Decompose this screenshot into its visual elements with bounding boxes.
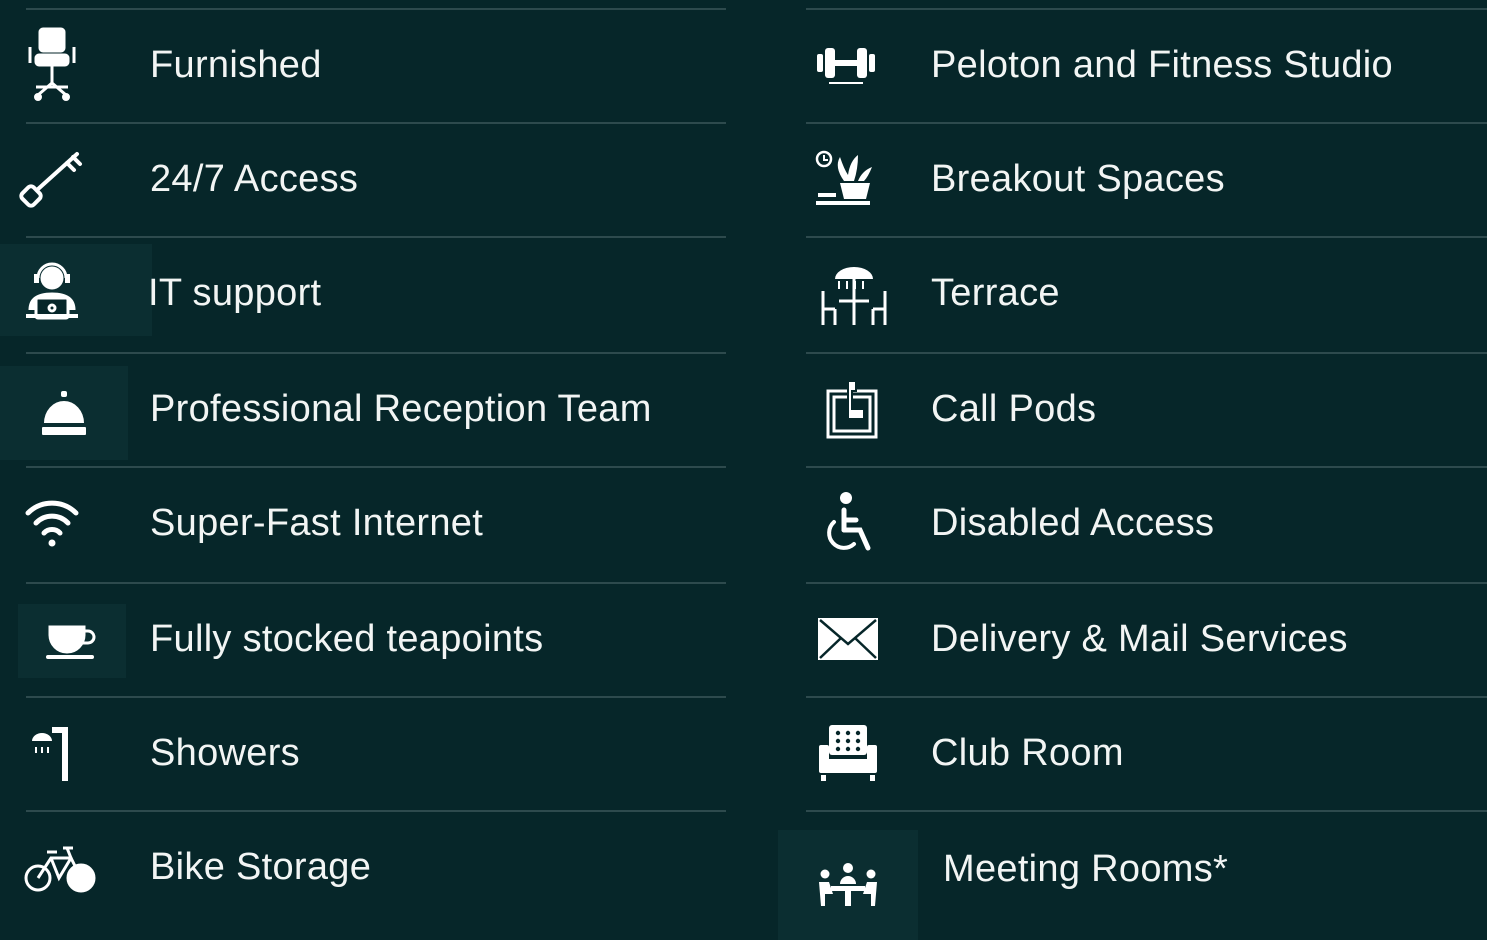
wheelchair-icon	[808, 466, 888, 580]
phone-booth-icon	[812, 352, 892, 466]
amenity-item-it-support: IT support	[0, 236, 760, 350]
amenity-label: Peloton and Fitness Studio	[931, 43, 1393, 86]
amenity-item-furnished: Furnished	[0, 8, 760, 122]
divider	[26, 236, 726, 238]
amenity-label: Disabled Access	[931, 501, 1215, 544]
divider	[806, 352, 1487, 354]
amenity-item-reception: Professional Reception Team	[0, 352, 760, 466]
amenity-label: IT support	[148, 271, 322, 314]
amenity-item-internet: Super-Fast Internet	[0, 466, 760, 580]
wifi-icon	[14, 466, 90, 580]
amenity-item-mail: Delivery & Mail Services	[778, 582, 1487, 696]
shower-icon	[14, 696, 90, 810]
divider	[26, 696, 726, 698]
amenity-item-fitness: Peloton and Fitness Studio	[778, 8, 1487, 122]
amenity-label: 24/7 Access	[150, 157, 359, 200]
teacup-icon	[18, 604, 126, 678]
amenity-item-access: 24/7 Access	[0, 122, 760, 236]
divider	[26, 810, 726, 812]
bicycle-icon	[20, 810, 100, 924]
key-icon	[14, 122, 90, 236]
amenity-item-call-pods: Call Pods	[778, 352, 1487, 466]
amenity-item-bike-storage: Bike Storage	[0, 810, 760, 924]
amenity-label: Professional Reception Team	[150, 387, 652, 430]
office-chair-icon	[14, 8, 90, 122]
amenity-item-teapoints: Fully stocked teapoints	[0, 582, 760, 696]
terrace-table-icon	[814, 236, 894, 350]
amenity-label: Call Pods	[931, 387, 1097, 430]
divider	[806, 810, 1487, 812]
amenity-label: Breakout Spaces	[931, 157, 1225, 200]
amenity-label: Club Room	[931, 731, 1124, 774]
amenity-label: Meeting Rooms*	[943, 847, 1229, 890]
dumbbell-icon	[806, 8, 886, 122]
divider	[806, 696, 1487, 698]
amenity-label: Furnished	[150, 43, 322, 86]
reception-bell-icon	[0, 366, 128, 460]
meeting-group-icon	[778, 830, 918, 940]
amenity-label: Fully stocked teapoints	[150, 617, 544, 660]
amenity-item-club-room: Club Room	[778, 696, 1487, 810]
envelope-icon	[808, 582, 888, 696]
divider	[26, 8, 726, 10]
amenity-item-breakout: Breakout Spaces	[778, 122, 1487, 236]
amenity-label: Bike Storage	[150, 845, 372, 888]
amenity-item-terrace: Terrace	[778, 236, 1487, 350]
support-agent-icon	[0, 244, 152, 336]
amenity-label: Super-Fast Internet	[150, 501, 484, 544]
plant-icon	[806, 122, 886, 236]
amenity-label: Showers	[150, 731, 300, 774]
divider	[806, 236, 1487, 238]
amenity-label: Delivery & Mail Services	[931, 617, 1348, 660]
amenity-label: Terrace	[931, 271, 1060, 314]
amenity-item-disabled-access: Disabled Access	[778, 466, 1487, 580]
amenity-item-showers: Showers	[0, 696, 760, 810]
amenity-item-meeting-rooms: Meeting Rooms*	[778, 810, 1487, 940]
armchair-icon	[808, 696, 888, 810]
divider	[26, 122, 726, 124]
